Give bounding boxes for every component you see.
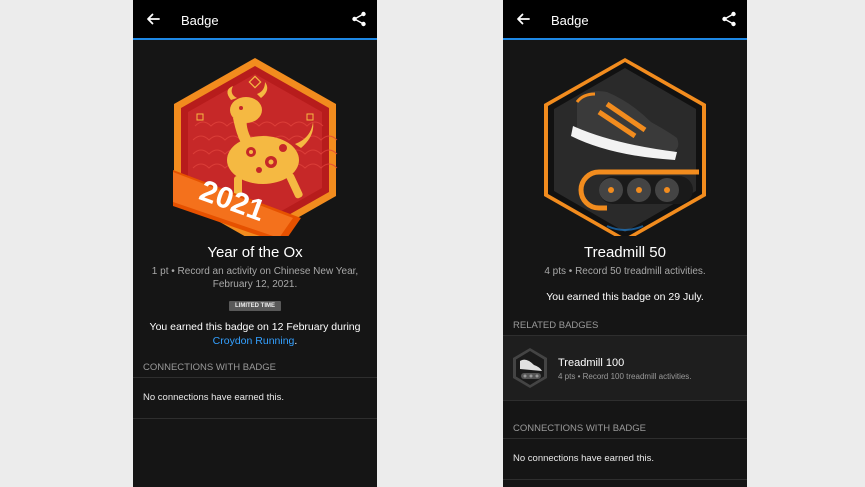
app-bar: Badge — [503, 0, 747, 40]
group-link[interactable]: Croydon Running — [213, 335, 295, 347]
phone-screen-left: Badge 2021 Year of the Ox 1 pt • Record … — [133, 0, 377, 487]
treadmill-50-badge[interactable] — [503, 40, 747, 242]
badge-description: 4 pts • Record 50 treadmill activities. — [544, 266, 706, 277]
badge-name: Year of the Ox — [207, 244, 303, 261]
year-of-the-ox-badge[interactable]: 2021 — [133, 40, 377, 244]
related-badges-header: RELATED BADGES — [503, 316, 747, 336]
share-icon[interactable] — [721, 11, 737, 27]
connections-empty-message: No connections have earned this. — [503, 439, 747, 480]
related-badge-name: Treadmill 100 — [558, 357, 625, 369]
connections-header: CONNECTIONS WITH BADGE — [133, 358, 377, 378]
badge-image-area: 2021 — [133, 40, 377, 244]
connections-header: CONNECTIONS WITH BADGE — [503, 419, 747, 439]
back-arrow-icon[interactable] — [145, 11, 161, 27]
earned-text: You earned this badge on 12 February dur… — [143, 320, 367, 348]
earned-suffix: . — [294, 335, 298, 347]
page-title: Badge — [551, 13, 589, 28]
limited-time-chip: LIMITED TIME — [229, 301, 281, 311]
page-title: Badge — [181, 13, 219, 28]
badge-description: 1 pt • Record an activity on Chinese New… — [151, 266, 359, 290]
phone-screen-right: Badge Treadmill 50 4 pts • Record 50 tre… — [503, 0, 747, 487]
share-icon[interactable] — [351, 11, 367, 27]
back-arrow-icon[interactable] — [515, 11, 531, 27]
badge-image-area — [503, 40, 747, 242]
treadmill-100-badge-icon — [513, 348, 547, 388]
connections-empty-message: No connections have earned this. — [133, 378, 377, 419]
earned-text: You earned this badge on 29 July. — [546, 291, 704, 303]
related-badge-item[interactable]: Treadmill 100 4 pts • Record 100 treadmi… — [503, 336, 747, 401]
app-bar: Badge — [133, 0, 377, 40]
earned-prefix: You earned this badge on 12 February dur… — [149, 321, 361, 333]
related-badge-description: 4 pts • Record 100 treadmill activities. — [558, 372, 692, 381]
badge-name: Treadmill 50 — [584, 244, 666, 261]
